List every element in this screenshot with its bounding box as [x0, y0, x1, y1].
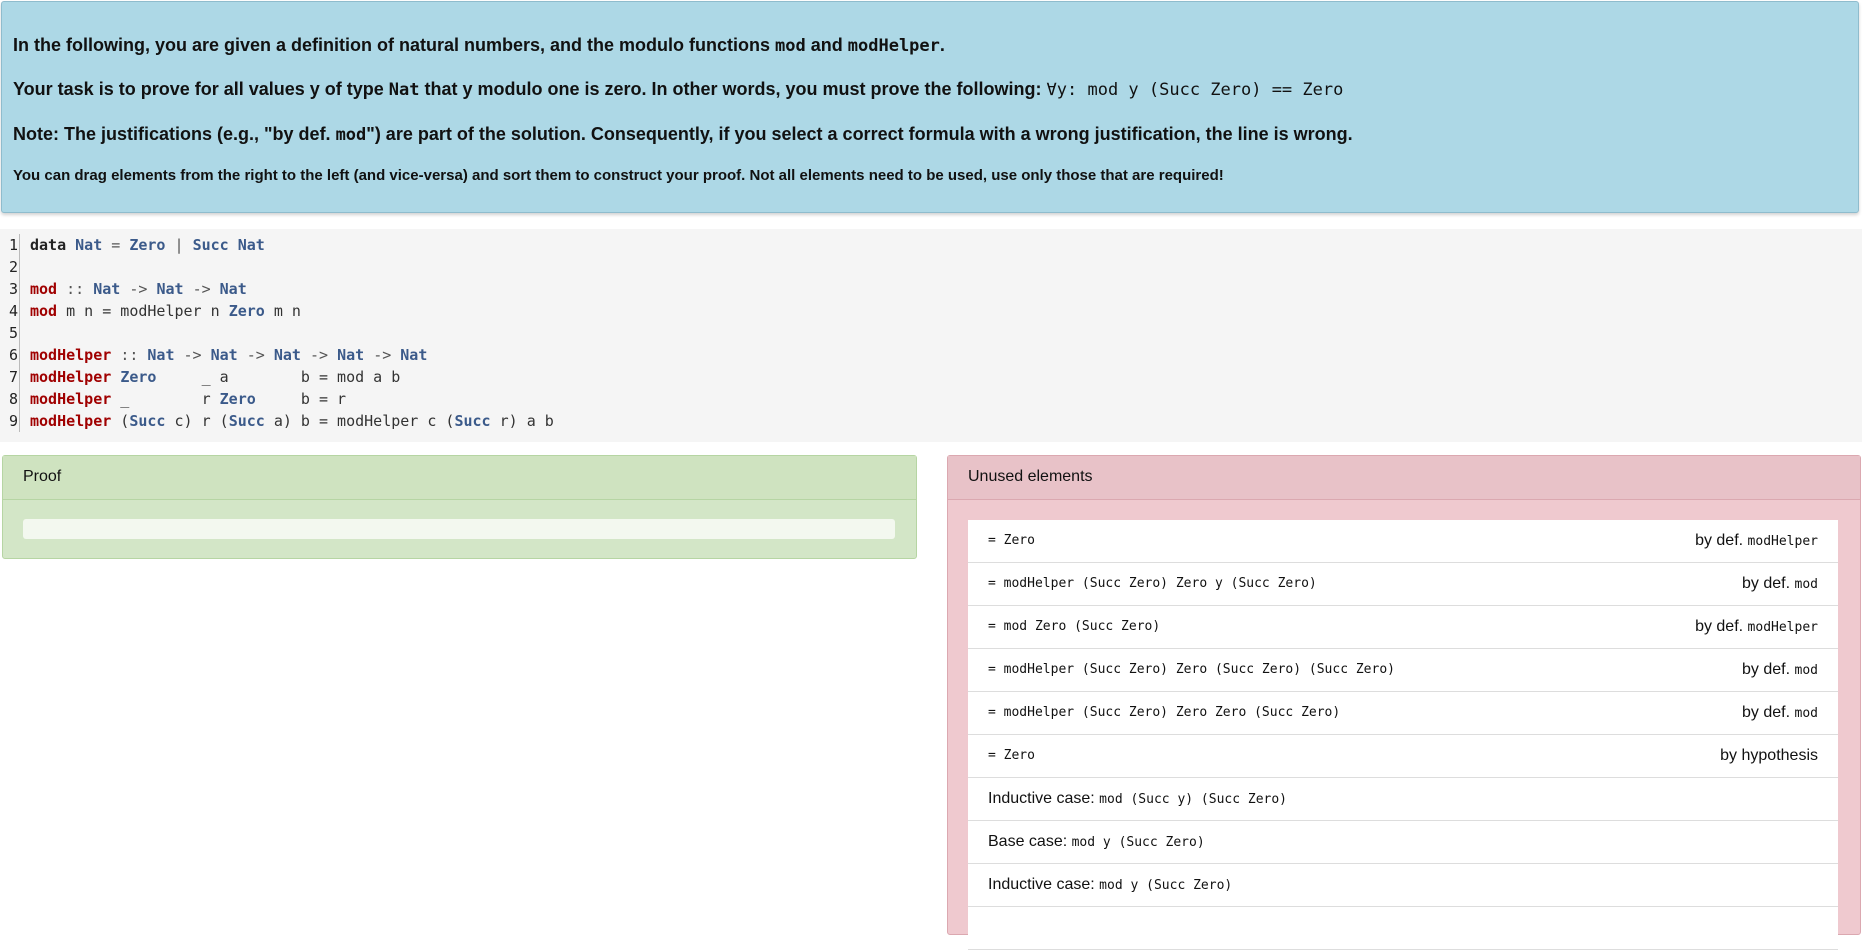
- code-listing: 1 data Nat = Zero | Succ Nat 2 3 mod :: Na…: [0, 229, 1862, 442]
- step-formula: = Zero: [988, 533, 1035, 548]
- proof-panel: Proof: [2, 455, 917, 559]
- line-number: 4: [0, 300, 20, 322]
- task-text-cont: that y modulo one is zero. In other word…: [419, 79, 1047, 99]
- proof-step-item[interactable]: = Zero by def. modHelper: [968, 520, 1838, 563]
- proof-step-item[interactable]: = modHelper (Succ Zero) Zero (Succ Zero)…: [968, 649, 1838, 692]
- instructions-panel: In the following, you are given a defini…: [1, 1, 1859, 213]
- proof-title: Proof: [3, 456, 916, 500]
- instructions-intro: In the following, you are given a defini…: [13, 35, 945, 56]
- step-justification: by def. mod: [1742, 704, 1818, 721]
- step-formula: = modHelper (Succ Zero) Zero (Succ Zero)…: [988, 662, 1395, 677]
- instructions-note: Note: The justifications (e.g., "by def.…: [13, 124, 1353, 145]
- proof-step-item[interactable]: = modHelper (Succ Zero) Zero y (Succ Zer…: [968, 563, 1838, 606]
- code-line-6: 6 modHelper :: Nat -> Nat -> Nat -> Nat -…: [0, 344, 427, 366]
- line-number: 5: [0, 322, 20, 344]
- step-formula: = modHelper (Succ Zero) Zero Zero (Succ …: [988, 705, 1341, 720]
- proof-step-item[interactable]: [968, 907, 1838, 950]
- case-formula: Inductive case: mod (Succ y) (Succ Zero): [988, 790, 1288, 807]
- line-number: 1: [0, 234, 20, 256]
- code-line-4: 4 mod m n = modHelper n Zero m n: [0, 300, 301, 322]
- code-line-9: 9 modHelper (Succ c) r (Succ a) b = modHe…: [0, 410, 554, 432]
- line-number: 3: [0, 278, 20, 300]
- unused-elements-list[interactable]: = Zero by def. modHelper = modHelper (Su…: [968, 520, 1838, 950]
- proof-step-item[interactable]: = modHelper (Succ Zero) Zero Zero (Succ …: [968, 692, 1838, 735]
- code-line-8: 8 modHelper _ r Zero b = r: [0, 388, 346, 410]
- code-line-7: 7 modHelper Zero _ a b = mod a b: [0, 366, 400, 388]
- step-justification: by def. mod: [1742, 575, 1818, 592]
- step-formula: = Zero: [988, 748, 1035, 763]
- goal-formula: ∀y: mod y (Succ Zero) == Zero: [1046, 80, 1344, 100]
- nat-code: Nat: [388, 80, 420, 100]
- instructions-task: Your task is to prove for all values y o…: [13, 79, 1343, 100]
- unused-elements-panel: Unused elements = Zero by def. modHelper…: [947, 455, 1861, 950]
- instructions-drag-hint: You can drag elements from the right to …: [13, 167, 1224, 184]
- note-text-cont: ") are part of the solution. Consequentl…: [366, 124, 1353, 144]
- code-line-2: 2: [0, 256, 30, 278]
- case-formula: Base case: mod y (Succ Zero): [988, 833, 1205, 850]
- modhelper-code: modHelper: [847, 36, 940, 56]
- case-header-item[interactable]: Inductive case: mod (Succ y) (Succ Zero): [968, 778, 1838, 821]
- case-label: Inductive case:: [988, 790, 1100, 807]
- task-text: Your task is to prove for all values y o…: [13, 79, 389, 99]
- line-number: 7: [0, 366, 20, 388]
- step-justification: by def. mod: [1742, 661, 1818, 678]
- case-header-item[interactable]: Base case: mod y (Succ Zero): [968, 821, 1838, 864]
- line-number: 8: [0, 388, 20, 410]
- step-justification: by hypothesis: [1720, 747, 1818, 764]
- mod-code: mod: [775, 36, 806, 56]
- step-formula: = mod Zero (Succ Zero): [988, 619, 1161, 634]
- code-line-3: 3 mod :: Nat -> Nat -> Nat: [0, 278, 247, 300]
- step-justification: by def. modHelper: [1695, 618, 1818, 635]
- note-text: Note: The justifications (e.g., "by def.: [13, 124, 336, 144]
- code-line-5: 5: [0, 322, 30, 344]
- proof-drop-zone[interactable]: [23, 519, 895, 539]
- proof-step-item[interactable]: = mod Zero (Succ Zero) by def. modHelper: [968, 606, 1838, 649]
- line-number: 6: [0, 344, 20, 366]
- step-justification: by def. modHelper: [1695, 532, 1818, 549]
- intro-period: .: [939, 35, 945, 55]
- line-number: 2: [0, 256, 20, 278]
- line-number: 9: [0, 410, 20, 432]
- proof-step-item[interactable]: = Zero by hypothesis: [968, 735, 1838, 778]
- step-formula: = modHelper (Succ Zero) Zero y (Succ Zer…: [988, 576, 1317, 591]
- case-header-item[interactable]: Inductive case: mod y (Succ Zero): [968, 864, 1838, 907]
- unused-elements-title: Unused elements: [948, 456, 1860, 500]
- case-label: Inductive case:: [988, 876, 1100, 893]
- case-label: Base case:: [988, 833, 1072, 850]
- note-mod-code: mod: [335, 125, 367, 145]
- case-formula: Inductive case: mod y (Succ Zero): [988, 876, 1233, 893]
- code-line-1: 1 data Nat = Zero | Succ Nat: [0, 234, 265, 256]
- intro-and: and: [805, 35, 848, 55]
- intro-text: In the following, you are given a defini…: [13, 35, 776, 55]
